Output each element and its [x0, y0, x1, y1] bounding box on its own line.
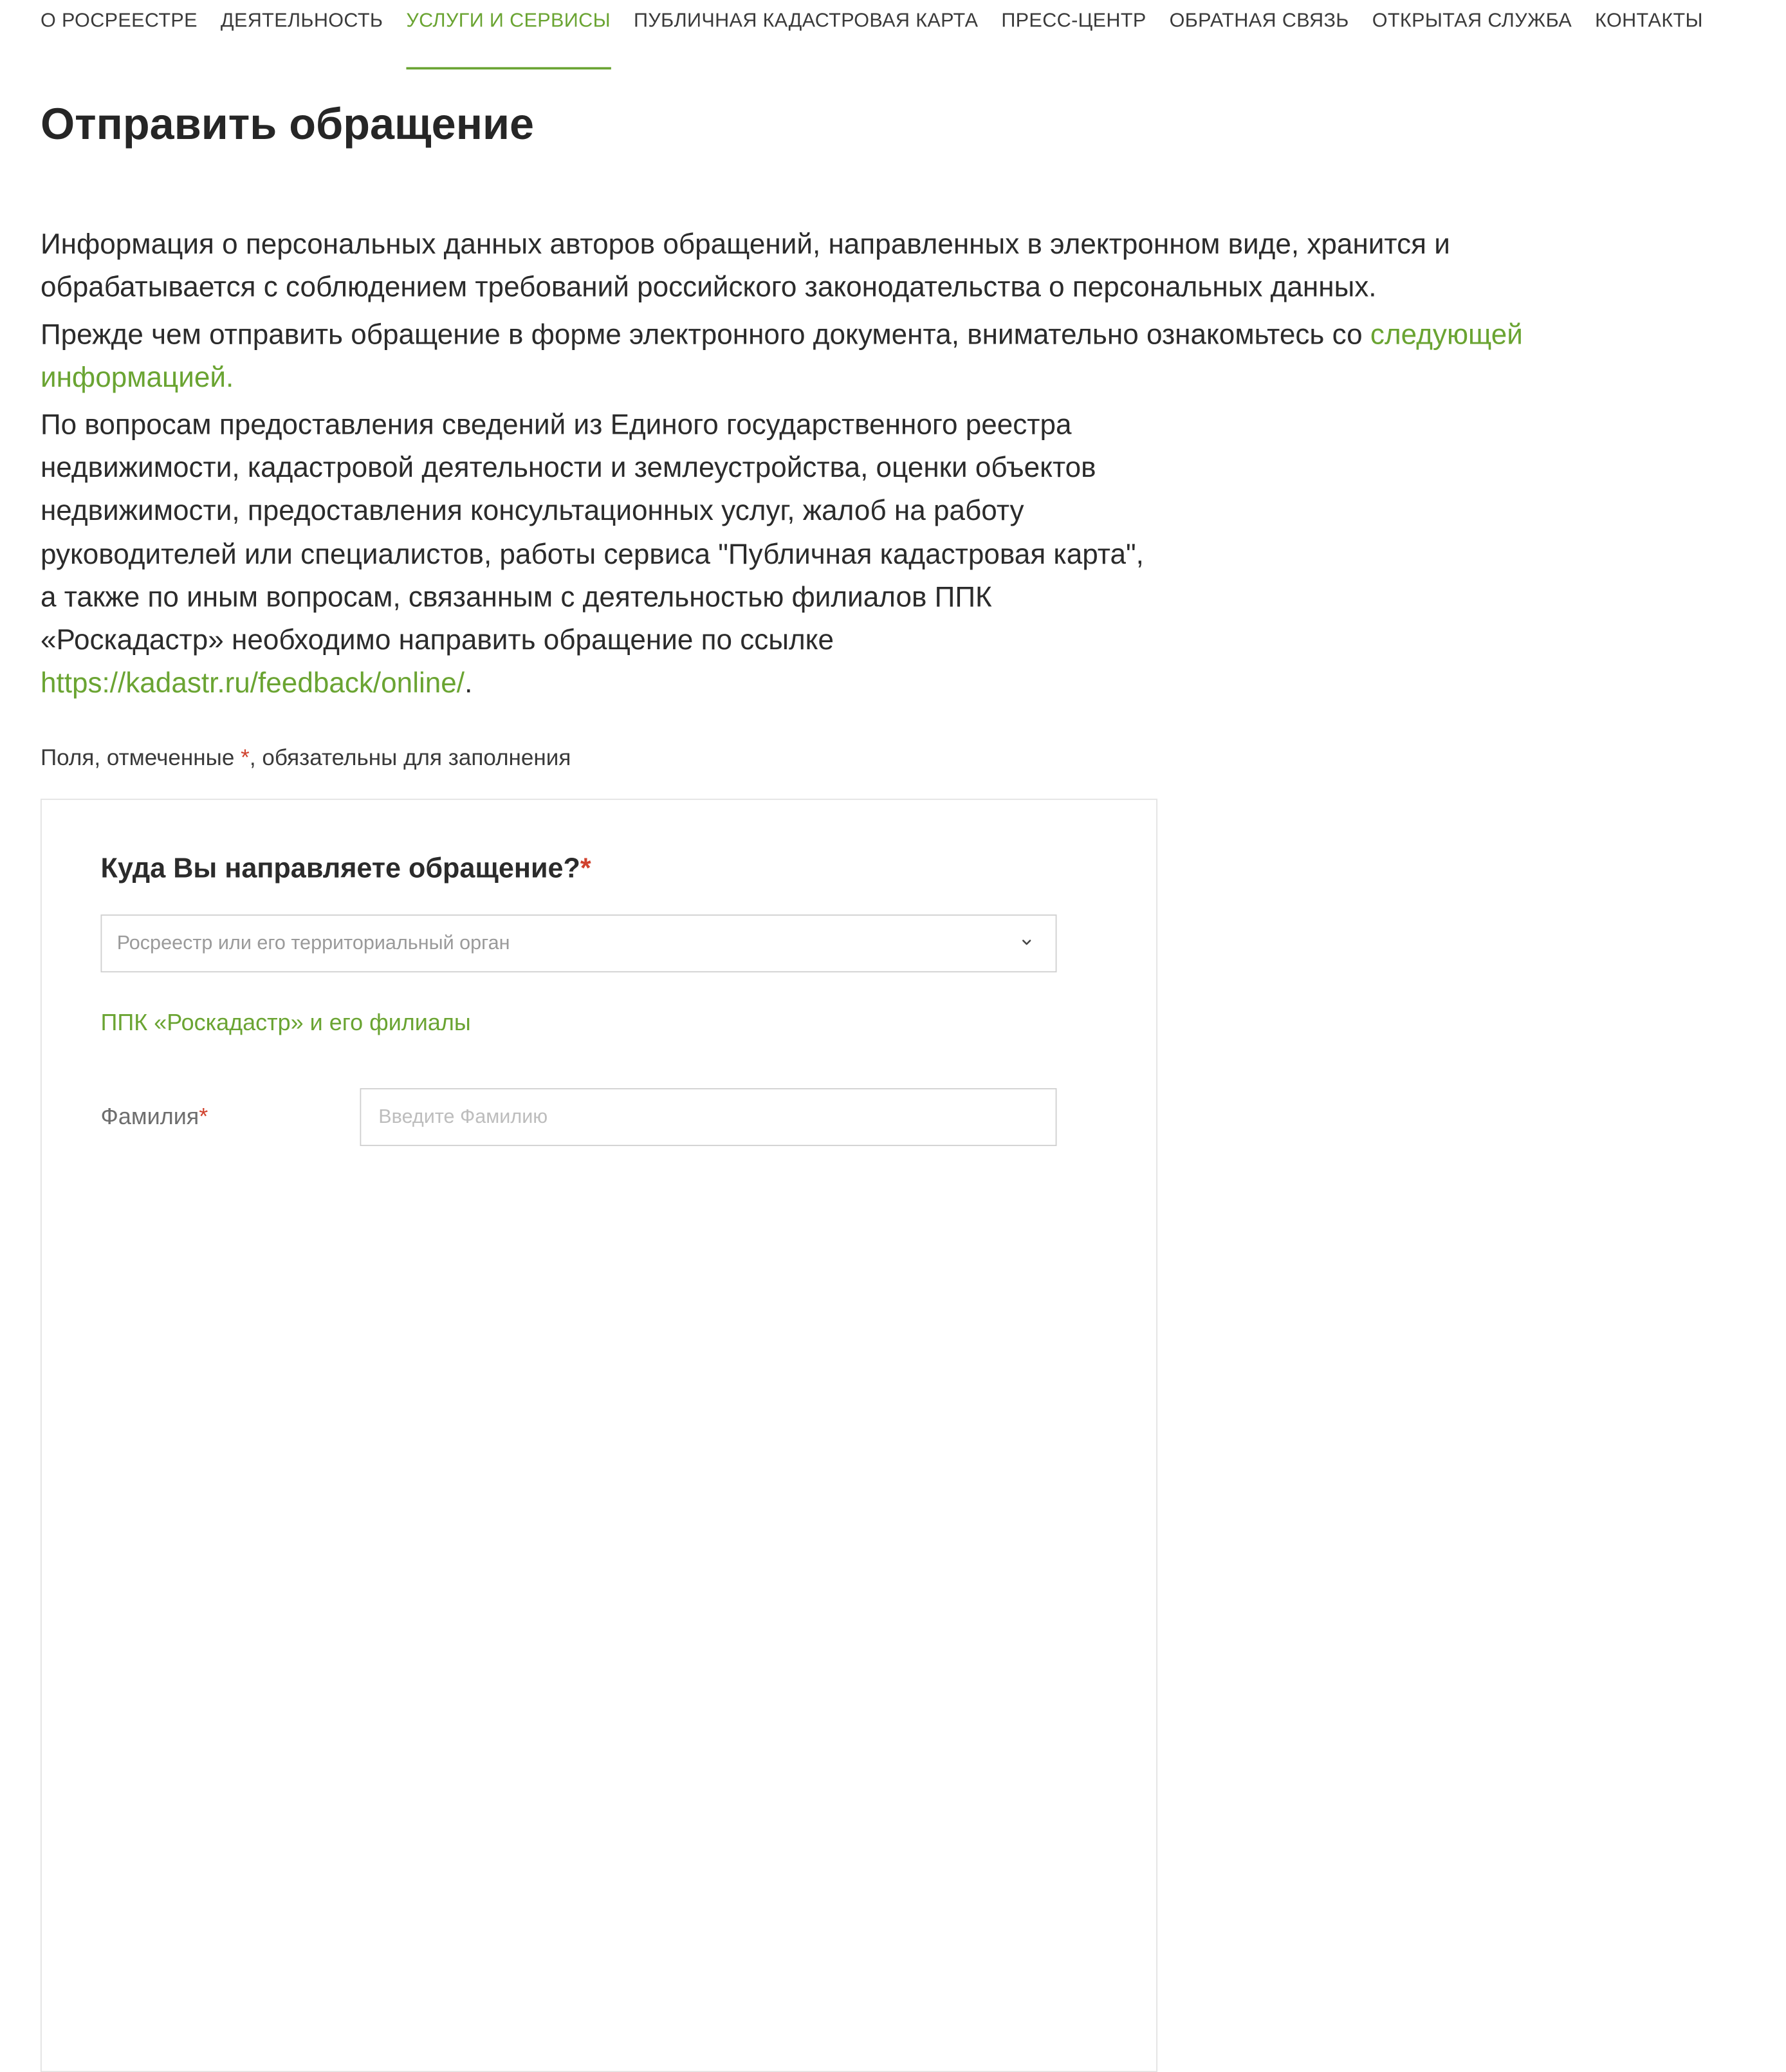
intro-read-info: Прежде чем отправить обращение в форме э…	[41, 314, 1534, 400]
required-star: *	[241, 745, 250, 772]
nav-item-services[interactable]: УСЛУГИ И СЕРВИСЫ	[406, 0, 611, 69]
recipient-select-value: Росреестр или его территориальный орган	[116, 932, 510, 954]
surname-label-text: Фамилия	[100, 1104, 199, 1130]
recipient-option-kadastr[interactable]: ППК «Роскадастр» и его филиалы	[101, 1010, 471, 1037]
appeal-form: Куда Вы направляете обращение?* Росреест…	[40, 799, 1158, 2072]
kadastr-feedback-link[interactable]: https://kadastr.ru/feedback/online/	[41, 668, 465, 699]
chevron-down-icon	[1022, 939, 1031, 945]
nav-item-feedback[interactable]: ОБРАТНАЯ СВЯЗЬ	[1170, 0, 1349, 69]
required-star: *	[199, 1104, 208, 1130]
intro-personal-data: Информация о персональных данных авторов…	[40, 229, 1450, 304]
recipient-question-text: Куда Вы направляете обращение?	[100, 853, 580, 885]
nav-item-press-center[interactable]: ПРЕСС-ЦЕНТР	[1001, 0, 1146, 69]
page-title: Отправить обращение	[40, 100, 535, 150]
required-star: *	[580, 853, 591, 885]
page: О РОСРЕЕСТРЕ ДЕЯТЕЛЬНОСТЬ УСЛУГИ И СЕРВИ…	[0, 0, 1786, 2072]
required-fields-note: Поля, отмеченные *, обязательны для запо…	[41, 745, 571, 772]
nav-item-contacts[interactable]: КОНТАКТЫ	[1595, 0, 1703, 69]
intro-read-info-text: Прежде чем отправить обращение в форме э…	[40, 319, 1370, 351]
recipient-select[interactable]: Росреестр или его территориальный орган	[100, 914, 1057, 973]
nav-item-open-service[interactable]: ОТКРЫТАЯ СЛУЖБА	[1372, 0, 1572, 69]
intro-kadastr-end: .	[465, 668, 473, 699]
intro-kadastr-questions: По вопросам предоставления сведений из Е…	[41, 404, 1161, 705]
surname-label: Фамилия*	[101, 1103, 208, 1131]
recipient-question: Куда Вы направляете обращение?*	[101, 852, 591, 887]
required-note-before: Поля, отмеченные	[40, 745, 241, 772]
required-note-after: , обязательны для заполнения	[249, 745, 571, 772]
nav-item-about[interactable]: О РОСРЕЕСТРЕ	[41, 0, 198, 69]
intro-kadastr-text: По вопросам предоставления сведений из Е…	[40, 409, 1144, 657]
nav-item-cadastral-map[interactable]: ПУБЛИЧНАЯ КАДАСТРОВАЯ КАРТА	[634, 0, 978, 69]
nav-item-activity[interactable]: ДЕЯТЕЛЬНОСТЬ	[221, 0, 383, 69]
top-navigation: О РОСРЕЕСТРЕ ДЕЯТЕЛЬНОСТЬ УСЛУГИ И СЕРВИ…	[41, 0, 1726, 69]
